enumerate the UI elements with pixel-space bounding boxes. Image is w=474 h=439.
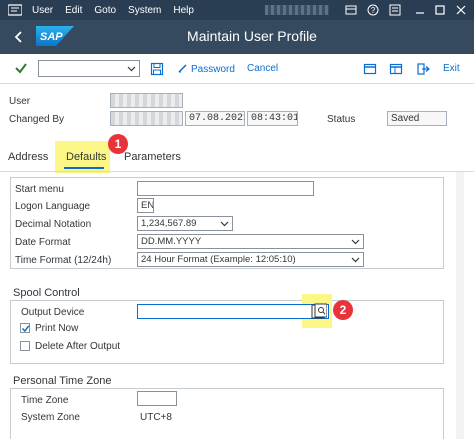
user-label: User <box>9 96 31 107</box>
decimal-notation-value: 1,234,567.89 <box>141 218 197 229</box>
time-format-value: 24 Hour Format (Example: 12:05:10) <box>141 254 296 265</box>
system-zone-value: UTC+8 <box>140 412 172 423</box>
sap-menu-icon[interactable] <box>8 4 22 16</box>
enter-check-icon[interactable] <box>14 61 28 75</box>
svg-text:?: ? <box>371 6 376 15</box>
output-device-input[interactable] <box>137 304 329 319</box>
chevron-down-icon[interactable] <box>127 64 136 73</box>
print-now-checkbox[interactable] <box>20 323 30 333</box>
changed-date-field: 07.08.2021 <box>185 111 245 126</box>
user-field <box>110 93 183 108</box>
time-zone-label: Time Zone <box>21 395 69 406</box>
print-now-label: Print Now <box>35 323 79 334</box>
menu-user[interactable]: User <box>32 5 53 16</box>
close-icon[interactable] <box>455 4 467 16</box>
status-label: Status <box>327 114 356 125</box>
changed-by-label: Changed By <box>9 114 65 125</box>
new-window-icon[interactable] <box>363 62 377 76</box>
tab-parameters[interactable]: Parameters <box>124 151 181 163</box>
decimal-notation-select[interactable]: 1,234,567.89 <box>137 216 233 231</box>
logon-language-input[interactable]: EN <box>137 198 154 213</box>
annotation-badge-1: 1 <box>108 134 128 154</box>
time-format-label: Time Format (12/24h) <box>15 255 112 266</box>
title-bar: SAP Maintain User Profile <box>0 20 474 54</box>
start-menu-label: Start menu <box>15 184 64 195</box>
output-device-label: Output Device <box>21 307 85 318</box>
password-button-label: Password <box>191 64 235 75</box>
customize-icon[interactable] <box>345 4 357 16</box>
delete-after-output-checkbox[interactable] <box>20 341 30 351</box>
scrollbar[interactable] <box>456 172 464 439</box>
password-button[interactable]: Password <box>178 63 235 75</box>
date-format-value: DD.MM.YYYY <box>141 236 202 247</box>
cancel-button[interactable]: Cancel <box>247 63 278 74</box>
date-format-label: Date Format <box>15 237 71 248</box>
active-tab-indicator <box>64 167 104 169</box>
tab-defaults[interactable]: Defaults <box>66 151 106 163</box>
menu-goto[interactable]: Goto <box>94 5 116 16</box>
chevron-down-icon[interactable] <box>351 238 360 246</box>
decimal-notation-label: Decimal Notation <box>15 219 92 230</box>
help-icon[interactable]: ? <box>367 4 379 16</box>
status-field: Saved <box>387 111 447 126</box>
chevron-down-icon[interactable] <box>220 220 229 228</box>
changed-time-field: 08:43:01 <box>247 111 298 126</box>
start-menu-input[interactable] <box>137 181 314 196</box>
menu-bar: User Edit Goto System Help ? <box>0 0 474 20</box>
exit-button[interactable]: Exit <box>443 63 460 74</box>
changed-by-field <box>110 111 183 126</box>
layout-icon[interactable] <box>389 62 403 76</box>
chevron-down-icon[interactable] <box>351 256 360 264</box>
date-format-select[interactable]: DD.MM.YYYY <box>137 234 364 249</box>
delete-after-output-label: Delete After Output <box>35 341 121 352</box>
personal-time-zone-title: Personal Time Zone <box>13 375 112 387</box>
pencil-icon <box>178 64 187 73</box>
exit-door-icon[interactable] <box>416 62 430 76</box>
time-zone-input[interactable] <box>137 391 177 406</box>
logon-language-label: Logon Language <box>15 201 91 212</box>
value-help-icon[interactable] <box>310 303 327 320</box>
command-field[interactable] <box>38 60 140 77</box>
save-icon[interactable] <box>150 62 164 76</box>
menu-help[interactable]: Help <box>173 5 194 16</box>
spool-control-title: Spool Control <box>13 287 80 299</box>
maximize-icon[interactable] <box>434 4 446 16</box>
redacted-system-info <box>265 5 329 15</box>
settings-icon[interactable] <box>389 4 401 16</box>
tab-address[interactable]: Address <box>8 151 48 163</box>
system-zone-label: System Zone <box>21 412 80 423</box>
page-title: Maintain User Profile <box>187 28 317 44</box>
annotation-badge-2: 2 <box>333 300 353 320</box>
time-format-select[interactable]: 24 Hour Format (Example: 12:05:10) <box>137 252 364 267</box>
checkmark-icon <box>21 325 30 333</box>
menu-system[interactable]: System <box>128 5 161 16</box>
tab-divider <box>0 171 474 172</box>
toolbar: Password Cancel Exit <box>0 54 474 84</box>
menu-edit[interactable]: Edit <box>65 5 82 16</box>
minimize-icon[interactable] <box>414 4 426 16</box>
